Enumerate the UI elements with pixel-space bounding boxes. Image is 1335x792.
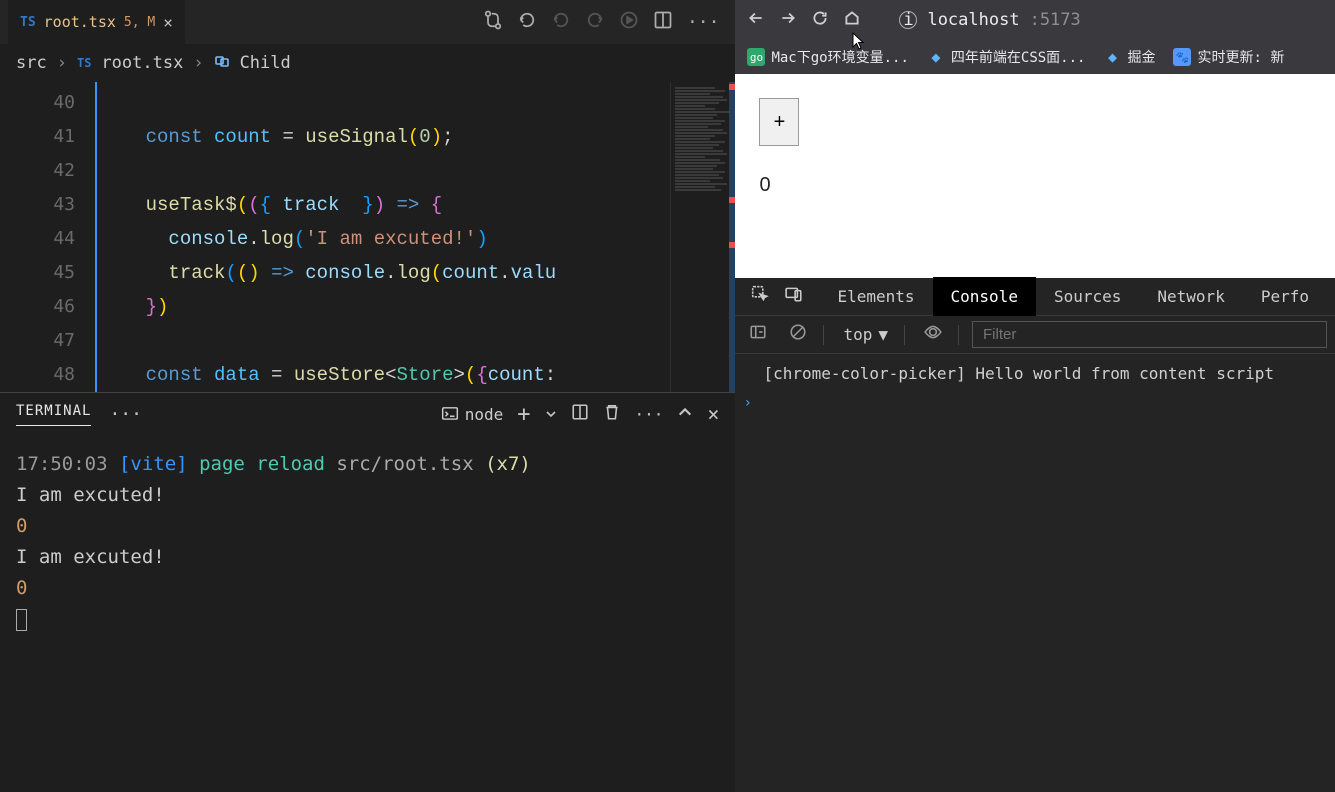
go-icon: go (747, 48, 765, 66)
code-editor[interactable]: 40 41 42 43 44 45 46 47 48 const count =… (0, 82, 735, 392)
site-info-icon[interactable]: i (899, 11, 917, 29)
new-terminal-icon[interactable]: + (517, 402, 530, 427)
code-content[interactable]: const count = useSignal(0); useTask$(({ … (95, 82, 735, 392)
devtools-tabs: Elements Console Sources Network Perfo (735, 278, 1335, 316)
symbol-icon (214, 53, 230, 73)
url-host: localhost (927, 10, 1019, 30)
page-viewport: + 0 (735, 74, 1335, 278)
browser-pane: i localhost :5173 go Mac下go环境变量... ◆ 四年前端… (735, 0, 1335, 792)
browser-nav-bar: i localhost :5173 (735, 0, 1335, 40)
terminal-output[interactable]: 17:50:03 [vite] page reload src/root.tsx… (0, 435, 735, 792)
minimap[interactable] (670, 82, 735, 392)
close-icon[interactable]: × (163, 13, 173, 32)
reload-icon[interactable] (811, 9, 829, 32)
editor-tab-bar: TS root.tsx 5, M × (0, 0, 735, 44)
more-icon[interactable]: ··· (635, 405, 664, 424)
inspect-icon[interactable] (743, 285, 777, 308)
devtools: Elements Console Sources Network Perfo t… (735, 278, 1335, 792)
console-filter-input[interactable] (972, 321, 1327, 348)
trash-icon[interactable] (603, 403, 621, 425)
tab-elements[interactable]: Elements (819, 277, 932, 316)
split-terminal-icon[interactable] (571, 403, 589, 425)
tab-performance[interactable]: Perfo (1243, 277, 1327, 316)
console-sidebar-icon[interactable] (743, 323, 773, 346)
typescript-icon: TS (77, 56, 91, 70)
more-icon[interactable]: ··· (687, 12, 720, 33)
tab-filename: root.tsx (44, 13, 116, 31)
console-output[interactable]: [chrome-color-picker] Hello world from c… (735, 354, 1335, 792)
undo-icon[interactable] (517, 10, 537, 35)
git-compare-icon[interactable] (483, 10, 503, 35)
chevron-right-icon: › (193, 53, 203, 73)
split-editor-icon[interactable] (653, 10, 673, 35)
bookmarks-bar: go Mac下go环境变量... ◆ 四年前端在CSS面... ◆ 掘金 🐾 实… (735, 40, 1335, 74)
terminal-tab[interactable]: TERMINAL (16, 403, 91, 426)
chevron-up-icon[interactable] (677, 404, 693, 424)
breadcrumb: src › TS root.tsx › Child (0, 44, 735, 82)
tab-network[interactable]: Network (1139, 277, 1242, 316)
home-icon[interactable] (843, 9, 861, 32)
terminal-cursor (16, 609, 27, 631)
line-number-gutter: 40 41 42 43 44 45 46 47 48 (0, 82, 95, 392)
terminal-header: TERMINAL ··· node + ··· (0, 393, 735, 435)
breadcrumb-folder[interactable]: src (16, 53, 47, 73)
bookmark-item[interactable]: 🐾 实时更新: 新 (1173, 47, 1284, 67)
breadcrumb-symbol[interactable]: Child (240, 53, 291, 73)
bookmark-item[interactable]: ◆ 掘金 (1103, 47, 1155, 67)
typescript-icon: TS (20, 15, 36, 30)
breadcrumb-file[interactable]: root.tsx (101, 53, 183, 73)
tab-sources[interactable]: Sources (1036, 277, 1139, 316)
file-tab-root-tsx[interactable]: TS root.tsx 5, M × (8, 0, 185, 44)
tab-git-status: 5, M (124, 15, 155, 30)
back-icon[interactable] (747, 9, 765, 32)
tab-console[interactable]: Console (933, 277, 1036, 316)
bookmark-item[interactable]: ◆ 四年前端在CSS面... (927, 47, 1086, 67)
redo-disabled-icon (585, 10, 605, 35)
console-message: [chrome-color-picker] Hello world from c… (743, 360, 1327, 388)
more-tabs-icon[interactable]: ··· (109, 404, 142, 425)
device-toggle-icon[interactable] (777, 285, 811, 308)
baidu-icon: 🐾 (1173, 48, 1191, 66)
clear-console-icon[interactable] (783, 323, 813, 346)
forward-icon[interactable] (779, 9, 797, 32)
close-panel-icon[interactable]: × (707, 402, 719, 426)
bookmark-item[interactable]: go Mac下go环境变量... (747, 47, 908, 67)
terminal-profile[interactable]: node (441, 405, 504, 424)
undo-disabled-icon (551, 10, 571, 35)
chevron-down-icon[interactable] (545, 405, 557, 424)
diamond-icon: ◆ (1103, 48, 1121, 66)
live-expression-icon[interactable] (918, 323, 948, 346)
terminal-panel: TERMINAL ··· node + ··· (0, 392, 735, 792)
chevron-down-icon: ▼ (878, 325, 888, 344)
console-prompt-icon: › (743, 395, 759, 411)
diamond-icon: ◆ (927, 48, 945, 66)
url-port: :5173 (1030, 10, 1081, 30)
context-selector[interactable]: top ▼ (837, 325, 894, 344)
address-bar[interactable]: i localhost :5173 (899, 10, 1080, 30)
increment-button[interactable]: + (759, 98, 799, 146)
console-toolbar: top ▼ (735, 316, 1335, 354)
run-icon (619, 10, 639, 35)
count-value: 0 (759, 174, 1311, 197)
vscode-pane: TS root.tsx 5, M × (0, 0, 735, 792)
chevron-right-icon: › (57, 53, 67, 73)
